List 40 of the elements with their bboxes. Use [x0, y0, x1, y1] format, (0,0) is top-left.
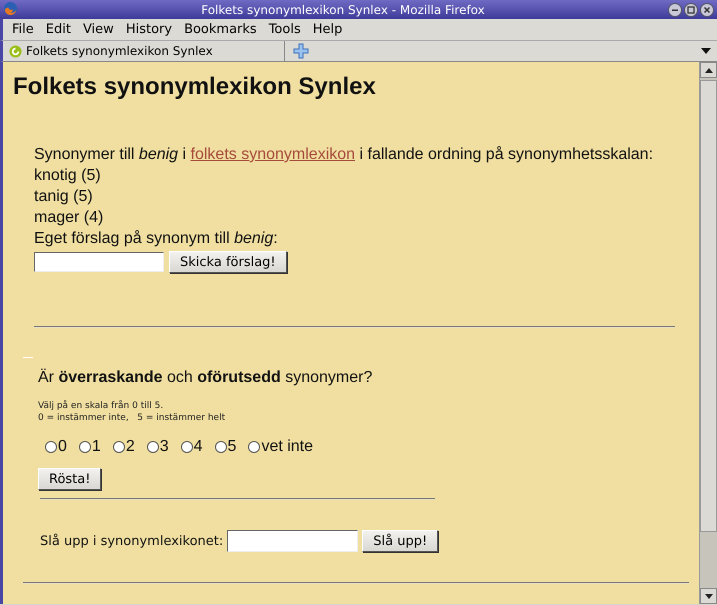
menu-item[interactable]: History — [120, 22, 178, 37]
rating-radio[interactable]: 4 — [180, 438, 203, 456]
lookup-field[interactable] — [227, 530, 358, 552]
rating-radio[interactable]: 5 — [214, 438, 236, 456]
tab-list-icon[interactable] — [701, 48, 711, 54]
vertical-scrollbar[interactable] — [699, 62, 717, 604]
question-text: Är överraskande och oförutsedd synonymer? — [38, 368, 372, 388]
new-tab-icon[interactable] — [293, 43, 309, 59]
page-heading: Folkets synonymlexikon Synlex — [13, 73, 376, 101]
scroll-down-icon[interactable] — [704, 594, 712, 598]
maximize-button[interactable] — [684, 2, 698, 16]
menu-item[interactable]: Edit — [40, 22, 77, 37]
menu-item[interactable]: Help — [306, 22, 348, 37]
minimize-button[interactable] — [668, 2, 682, 16]
suggestion-field[interactable] — [34, 252, 164, 272]
close-button[interactable] — [700, 2, 714, 16]
synonym-item: mager (4) — [34, 208, 104, 228]
menu-item[interactable]: Bookmarks — [178, 22, 263, 37]
scroll-up-icon[interactable] — [704, 68, 712, 72]
rating-radio[interactable]: 1 — [78, 438, 101, 456]
lookup-label: Slå upp i synonymlexikonet: — [40, 534, 224, 548]
rating-radio[interactable]: 2 — [112, 438, 135, 456]
rating-radio[interactable]: 0 — [45, 438, 67, 456]
vote-button[interactable]: Rösta! — [38, 468, 102, 490]
menu-item[interactable]: View — [76, 22, 120, 37]
synonym-item: knotig (5) — [34, 166, 101, 186]
rating-radio[interactable]: vet inte — [248, 438, 314, 456]
lookup-button[interactable]: Slå upp! — [362, 530, 438, 552]
window-title: Folkets synonymlexikon Synlex - Mozilla Firefox — [200, 2, 486, 16]
site-icon — [9, 44, 22, 58]
menu-item[interactable]: Tools — [262, 22, 307, 37]
suggest-button[interactable]: Skicka förslag! — [169, 251, 287, 273]
lexicon-link[interactable]: folkets synonymlexikon — [190, 146, 356, 163]
synonym-item: tanig (5) — [34, 187, 93, 207]
suggestion-label: Eget förslag på synonym till benig: — [34, 229, 278, 249]
rating-radio[interactable]: 3 — [146, 438, 169, 456]
instruction-text: 0 = instämmer inte, 5 = instämmer helt — [38, 412, 226, 424]
menu-item[interactable]: File — [6, 22, 40, 37]
intro-text: Synonymer till benig i folkets synonymlexikon i fallande ordning på synonymhetsskalan: — [34, 145, 654, 165]
instruction-text: Välj på en skala från 0 till 5. — [38, 400, 164, 412]
